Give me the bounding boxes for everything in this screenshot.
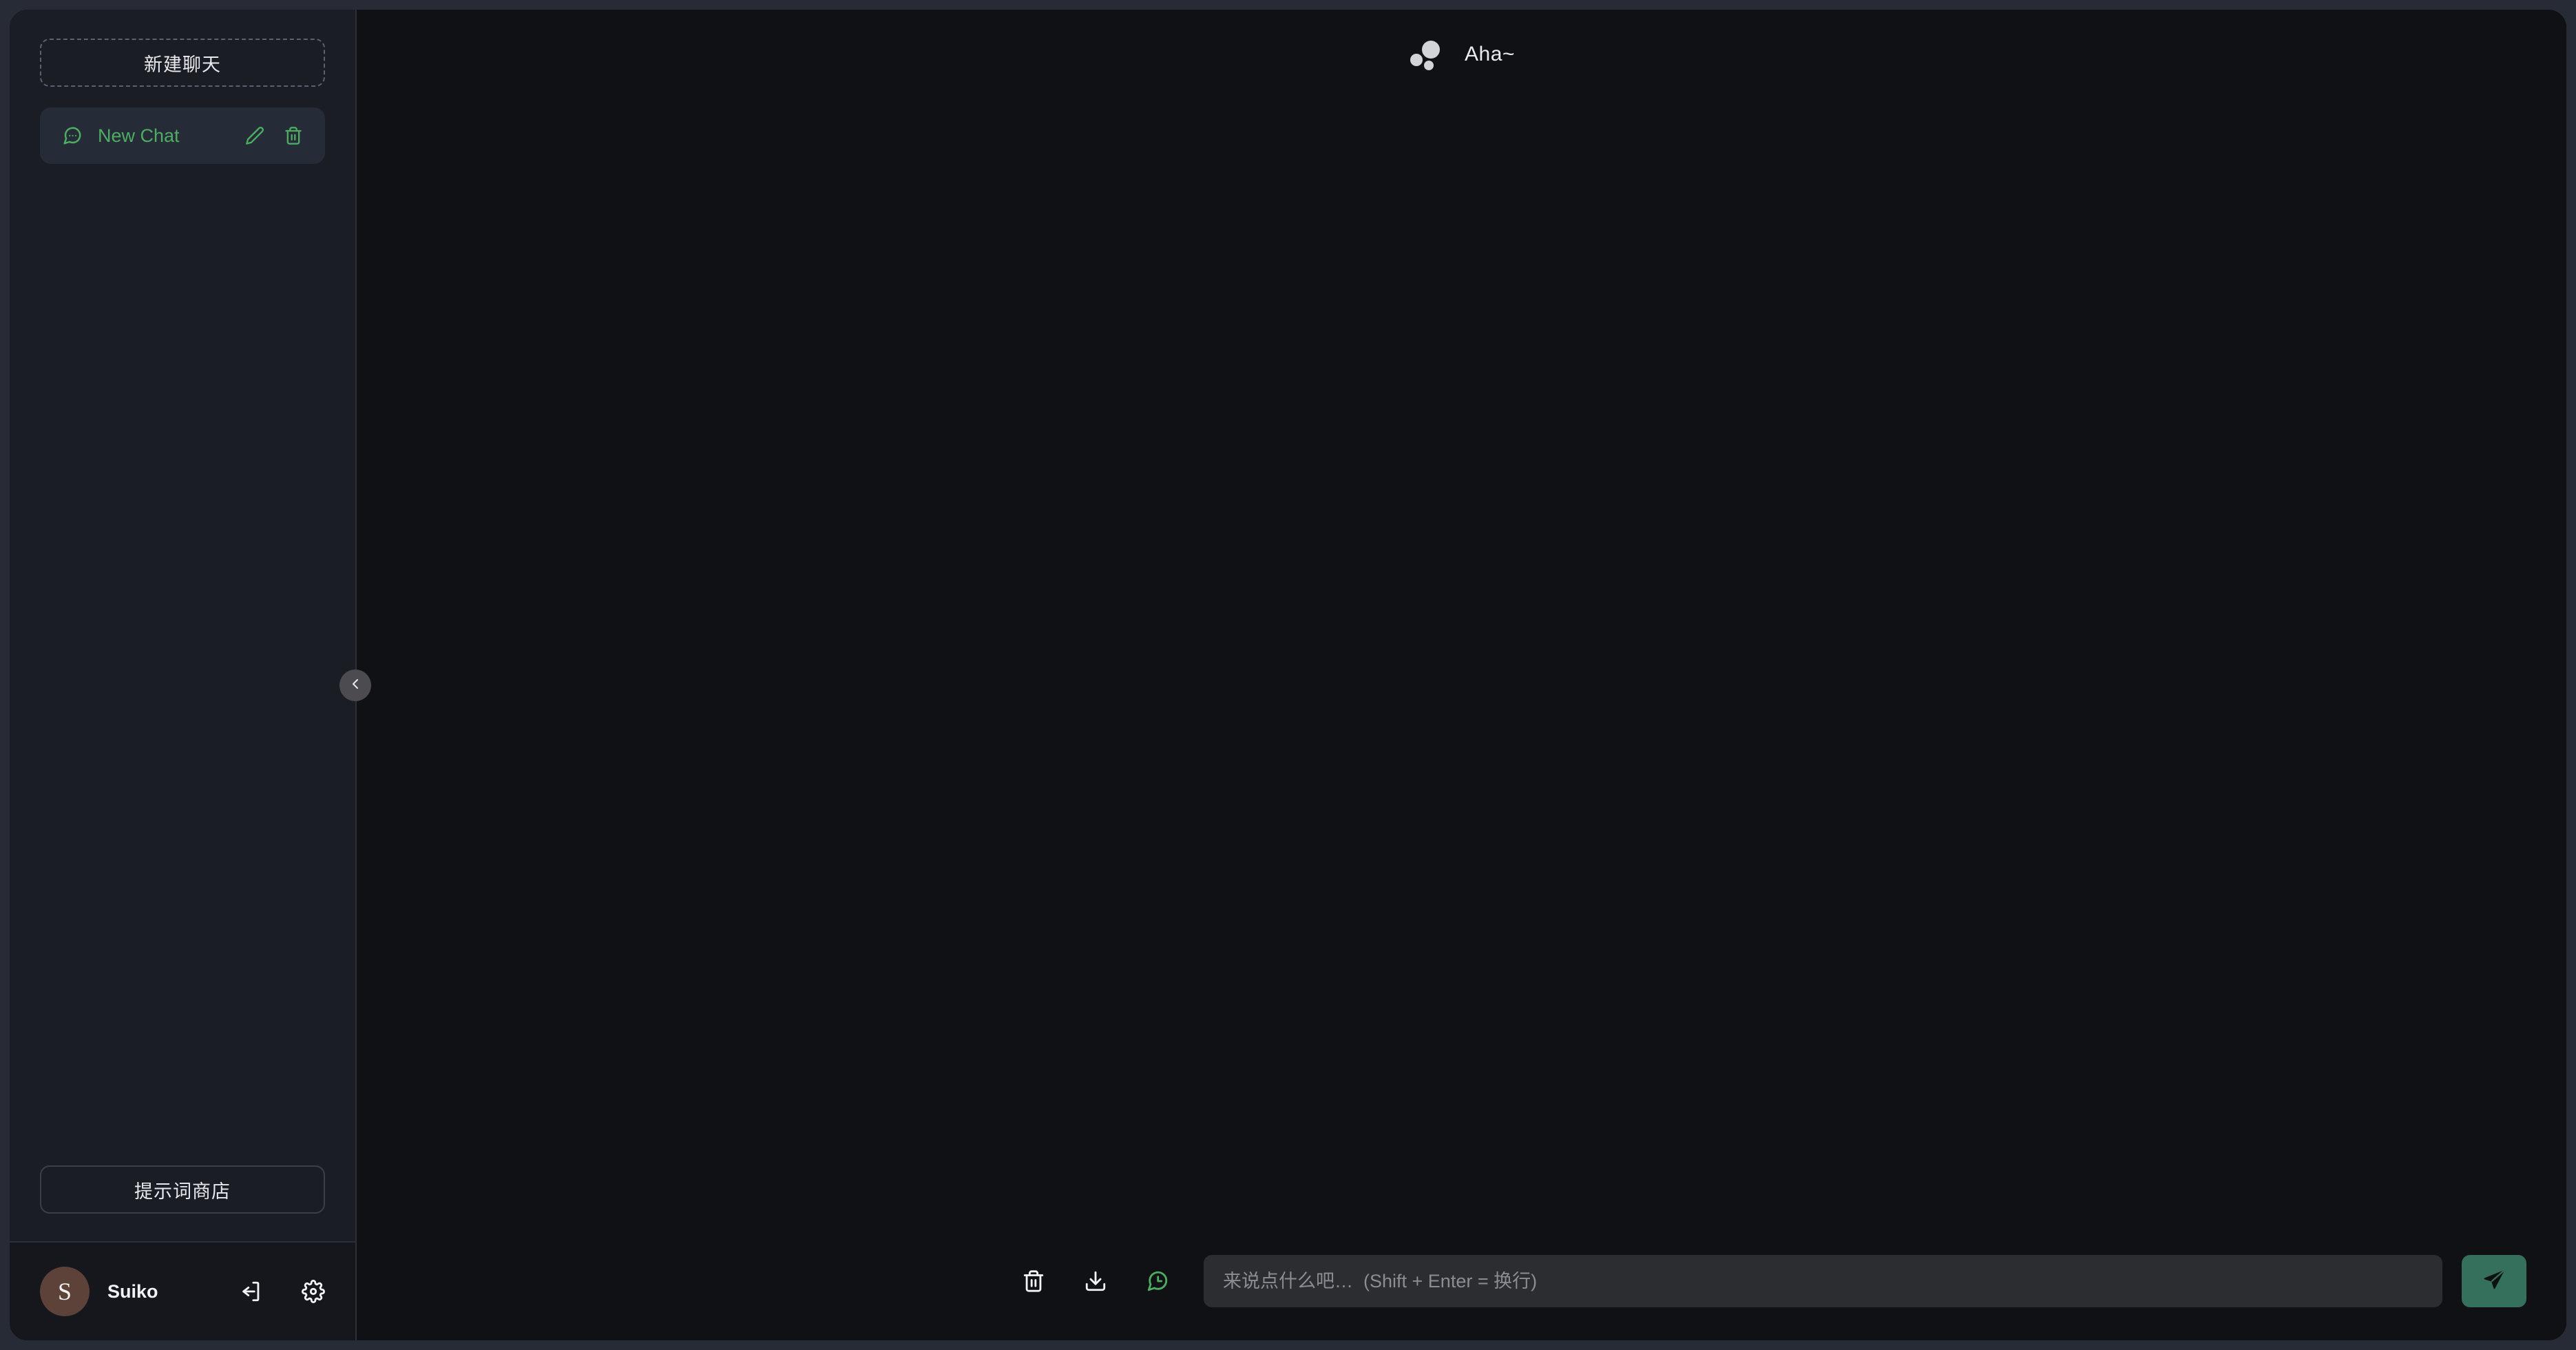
user-bar: S Suiko <box>10 1241 355 1340</box>
chat-list-item[interactable]: New Chat <box>40 107 325 164</box>
composer <box>357 1222 2566 1340</box>
download-icon[interactable] <box>1065 1269 1127 1293</box>
prompt-store-label: 提示词商店 <box>134 1181 231 1202</box>
sidebar-collapse-toggle[interactable] <box>339 669 371 701</box>
sidebar: 新建聊天 New Chat 提示词商店 S Suiko <box>10 10 371 1340</box>
chat-panel: Aha~ <box>357 10 2566 1340</box>
app-window: 新建聊天 New Chat 提示词商店 S Suiko Aha~ 来说点什么吧…… <box>10 10 2566 1340</box>
prompt-store-section: 提示词商店 <box>40 1165 325 1241</box>
composer-tools <box>390 1269 1188 1293</box>
message-input[interactable] <box>1204 1255 2442 1307</box>
trash-icon[interactable] <box>284 126 303 145</box>
chat-header: Aha~ <box>357 10 2566 99</box>
chat-list-item-actions <box>245 126 303 145</box>
new-chat-button[interactable]: 新建聊天 <box>40 39 325 87</box>
message-list <box>357 99 2566 1222</box>
three-dots-logo <box>1408 36 1445 73</box>
trash-icon[interactable] <box>1003 1269 1065 1293</box>
send-plane-icon <box>2482 1269 2506 1294</box>
gear-icon[interactable] <box>302 1280 325 1303</box>
chat-list-item-title: New Chat <box>98 125 180 146</box>
pencil-icon[interactable] <box>245 126 264 145</box>
message-square-icon <box>62 125 83 146</box>
user-bar-actions <box>240 1280 325 1303</box>
sidebar-content: 新建聊天 New Chat 提示词商店 <box>10 10 355 1241</box>
avatar[interactable]: S <box>40 1267 90 1316</box>
chevron-left-icon <box>347 676 364 696</box>
logout-icon[interactable] <box>240 1280 263 1303</box>
new-chat-label: 新建聊天 <box>144 54 221 75</box>
page-title: Aha~ <box>1465 43 1515 65</box>
user-name: Suiko <box>107 1280 158 1302</box>
prompt-store-button[interactable]: 提示词商店 <box>40 1165 325 1214</box>
chat-list[interactable]: New Chat <box>40 107 325 1165</box>
chat-history-clock-icon[interactable] <box>1127 1269 1188 1293</box>
send-button[interactable] <box>2462 1255 2526 1307</box>
